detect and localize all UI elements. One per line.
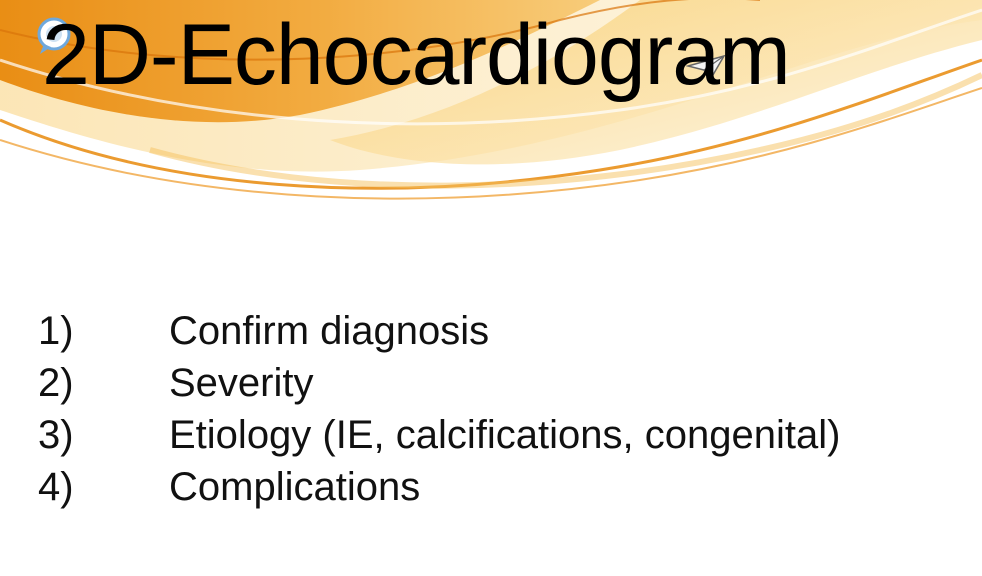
list-item: 4) Complications	[38, 461, 840, 513]
item-list: 1) Confirm diagnosis 2) Severity 3) Etio…	[38, 305, 840, 513]
item-text: Complications	[169, 465, 421, 509]
slide: 2D-Echocardiogram 1) Confirm diagnosis 2…	[0, 0, 982, 576]
list-item: 2) Severity	[38, 357, 840, 409]
slide-title: 2D-Echocardiogram	[42, 7, 791, 103]
item-number: 3)	[38, 413, 74, 457]
item-number: 4)	[38, 465, 74, 509]
list-item: 1) Confirm diagnosis	[38, 305, 840, 357]
item-number: 2)	[38, 361, 74, 405]
list-item: 3) Etiology (IE, calcifications, congeni…	[38, 409, 840, 461]
item-text: Severity	[169, 361, 314, 405]
item-text: Confirm diagnosis	[169, 309, 490, 353]
item-number: 1)	[38, 309, 74, 353]
item-text: Etiology (IE, calcifications, congenital…	[169, 413, 841, 457]
